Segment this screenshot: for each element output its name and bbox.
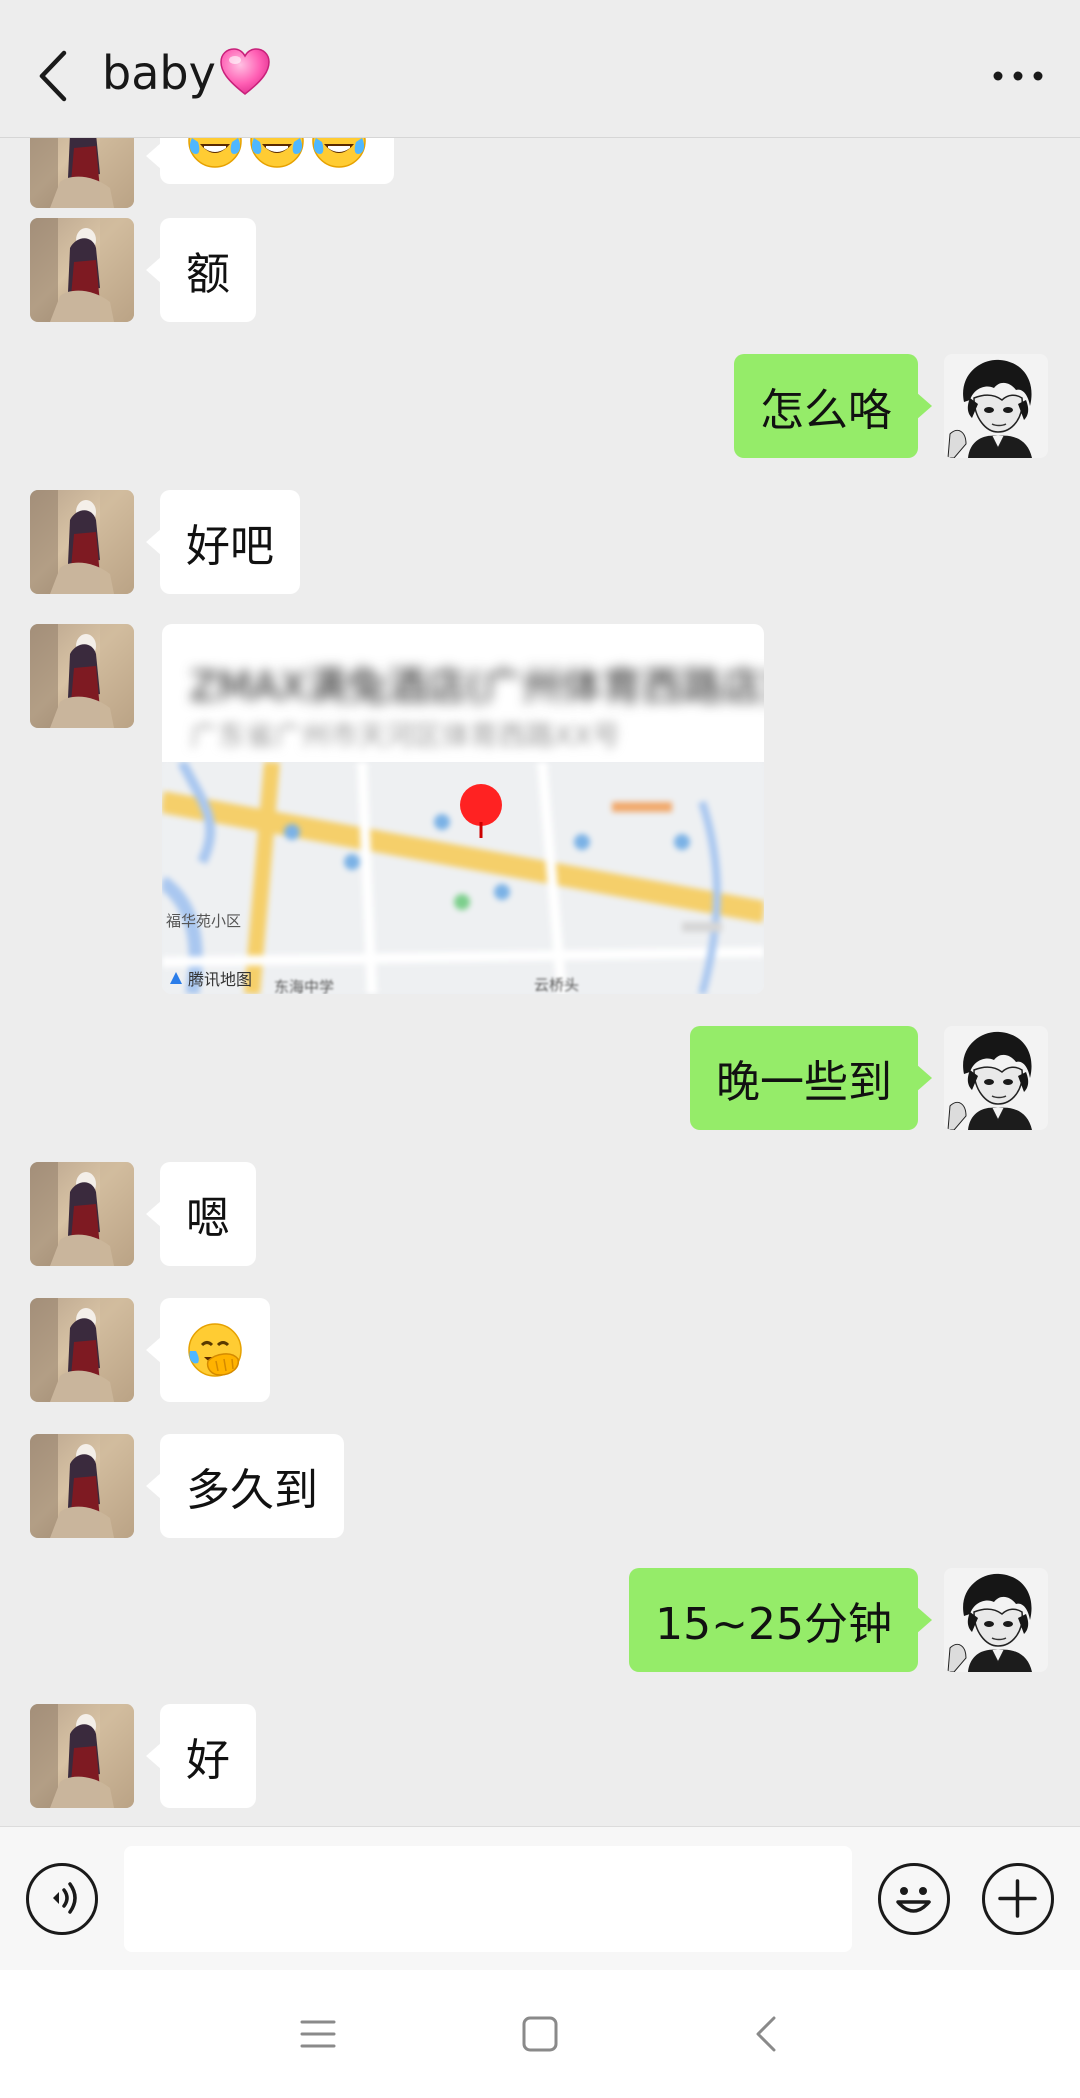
input-bar: [0, 1826, 1080, 1970]
chat-title: baby: [102, 46, 272, 100]
message-bubble-emoji[interactable]: [146, 1298, 270, 1402]
location-title: ZMAX满兔酒店(广州体育西路店): [190, 664, 764, 710]
map-credit: 腾讯地图: [168, 966, 252, 990]
message-bubble[interactable]: 额: [146, 218, 256, 322]
my-avatar[interactable]: [944, 354, 1048, 458]
map-credit-label: 腾讯地图: [188, 970, 253, 989]
more-dots-icon[interactable]: [990, 58, 1046, 94]
pink-heart-emoji: [220, 48, 270, 95]
location-map: 福华苑小区 云桥头 东海中学 腾讯地图: [162, 762, 764, 994]
contact-avatar[interactable]: [30, 1162, 134, 1266]
contact-avatar[interactable]: [30, 1298, 134, 1402]
chat-header: baby: [0, 0, 1080, 138]
plus-icon[interactable]: [982, 1863, 1054, 1935]
contact-name: baby: [102, 46, 216, 100]
voice-icon[interactable]: [26, 1863, 98, 1935]
chevron-left-icon[interactable]: [30, 45, 78, 107]
message-bubble-emoji[interactable]: [146, 138, 394, 184]
contact-avatar[interactable]: [30, 138, 134, 208]
message-bubble[interactable]: 好吧: [146, 490, 300, 594]
map-pin-icon: [460, 784, 502, 838]
map-label: 东海中学: [274, 978, 335, 994]
contact-avatar[interactable]: [30, 1704, 134, 1808]
system-nav-bar: [0, 1970, 1080, 2098]
message-bubble[interactable]: 好: [146, 1704, 256, 1808]
my-avatar[interactable]: [944, 1026, 1048, 1130]
message-bubble[interactable]: 怎么咯: [734, 354, 932, 458]
map-label: 福华苑小区: [166, 912, 242, 930]
contact-avatar[interactable]: [30, 490, 134, 594]
laugh-cry-emoji: [186, 138, 244, 170]
laugh-cry-emoji: [310, 138, 368, 170]
menu-icon[interactable]: [294, 2010, 342, 2058]
location-card[interactable]: ZMAX满兔酒店(广州体育西路店) 广东省广州市天河区体育西路XX号 福华苑小区…: [162, 624, 764, 994]
map-label: 云桥头: [534, 976, 580, 994]
tencent-map-logo-icon: [170, 972, 182, 984]
contact-avatar[interactable]: [30, 1434, 134, 1538]
triangle-back-icon[interactable]: [744, 2010, 792, 2058]
location-address: 广东省广州市天河区体育西路XX号: [190, 719, 621, 752]
contact-avatar[interactable]: [30, 218, 134, 322]
square-home-icon[interactable]: [516, 2010, 564, 2058]
message-bubble[interactable]: 嗯: [146, 1162, 256, 1266]
message-bubble[interactable]: 多久到: [146, 1434, 344, 1538]
message-bubble[interactable]: 15~25分钟: [629, 1568, 932, 1672]
smiley-icon[interactable]: [878, 1863, 950, 1935]
message-bubble[interactable]: 晚一些到: [690, 1026, 932, 1130]
message-list[interactable]: 额 怎么咯 好吧 ZMAX满兔酒店(广州体育西路店) 广东省广州市天河区体育西路…: [0, 138, 1080, 1826]
message-input[interactable]: [124, 1846, 852, 1952]
contact-avatar[interactable]: [30, 624, 134, 728]
laugh-cry-emoji: [248, 138, 306, 170]
facepalm-laugh-emoji: [186, 1321, 244, 1379]
my-avatar[interactable]: [944, 1568, 1048, 1672]
